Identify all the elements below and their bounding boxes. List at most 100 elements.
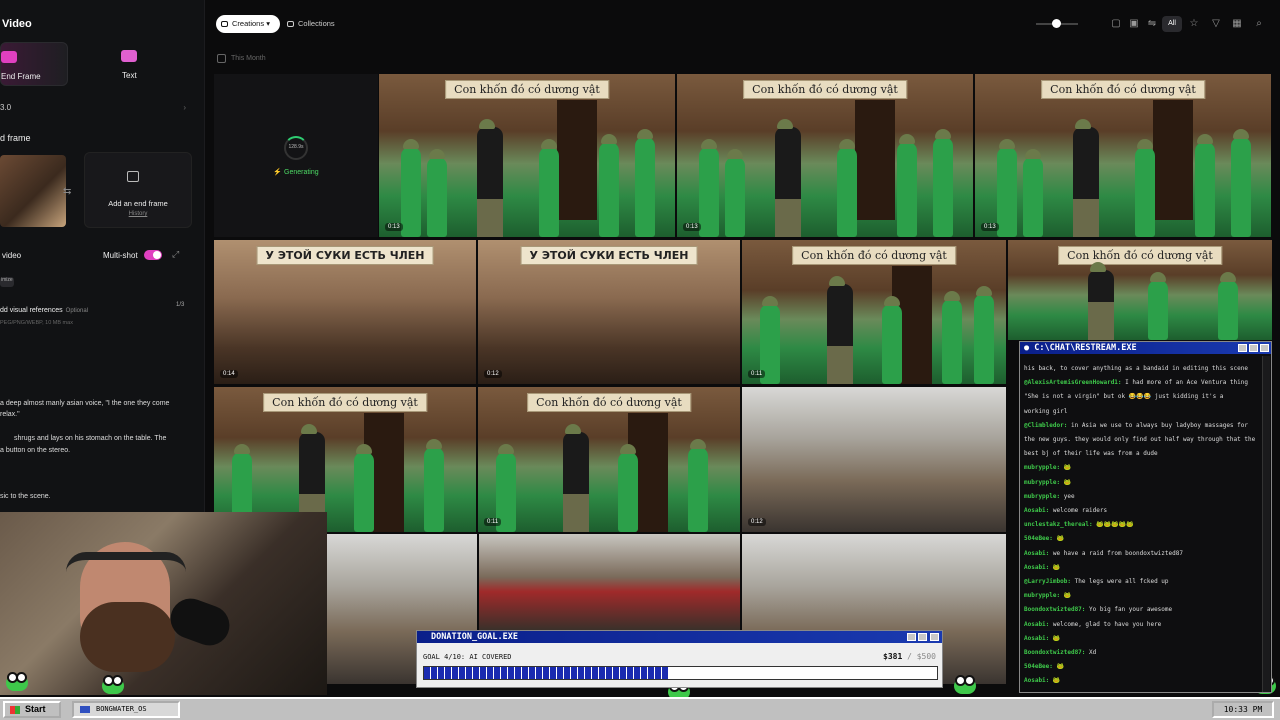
chat-text: working girl bbox=[1024, 407, 1068, 415]
chat-username[interactable]: Boondoxtwizted87: bbox=[1024, 649, 1085, 656]
soldier bbox=[699, 139, 719, 237]
chat-username[interactable]: Aosabi: bbox=[1024, 564, 1049, 571]
soldier bbox=[1088, 262, 1114, 340]
swap-icon[interactable]: ⇆ bbox=[63, 186, 71, 197]
chat-text: 🐸 bbox=[1063, 478, 1072, 486]
start-frame-thumbnail[interactable] bbox=[0, 155, 66, 227]
tab-end-frame[interactable]: End Frame bbox=[0, 42, 68, 86]
chat-username[interactable]: Aosabi: bbox=[1024, 635, 1049, 642]
panel-title: Video bbox=[2, 18, 32, 30]
video-section-label: video bbox=[2, 251, 22, 260]
sign-text: Con khốn đó có dương vật bbox=[1058, 246, 1222, 265]
video-thumbnail[interactable]: Con khốn đó có dương vật 0:13 bbox=[677, 74, 973, 237]
prompt-line[interactable]: sic to the scene. bbox=[0, 491, 200, 502]
chat-window[interactable]: ● C:\CHAT\RESTREAM.EXE his back, to cove… bbox=[1019, 341, 1272, 693]
select-month-checkbox[interactable] bbox=[217, 54, 226, 63]
image-add-icon bbox=[127, 171, 139, 182]
chat-scrollbar[interactable] bbox=[1262, 356, 1270, 692]
audio-filter-icon[interactable]: ⇋ bbox=[1146, 18, 1158, 30]
taskbar-app-button[interactable]: BONGWATER_OS bbox=[72, 701, 180, 718]
chat-text: I had more of an Ace Ventura thing bbox=[1125, 379, 1248, 387]
chat-username[interactable]: Aosabi: bbox=[1024, 550, 1049, 557]
filter-all-button[interactable]: All bbox=[1162, 16, 1182, 32]
video-thumbnail[interactable]: Con khốn đó có dương vật bbox=[1008, 240, 1272, 340]
chat-username[interactable]: @Climbledor: bbox=[1024, 422, 1067, 429]
soldier bbox=[725, 149, 745, 237]
video-thumbnail[interactable]: Con khốn đó có dương vật 0:11 bbox=[478, 387, 740, 532]
model-select[interactable]: 3.0 › bbox=[0, 103, 190, 119]
chat-text: we have a raid from boondoxtwizted87 bbox=[1052, 549, 1183, 557]
sign-text: Con khốn đó có dương vật bbox=[445, 80, 609, 99]
refs-format-hint: PEG/PNG/WEBP, 10 MB max bbox=[0, 320, 73, 326]
chat-username[interactable]: mubrypple: bbox=[1024, 592, 1060, 599]
video-thumbnail[interactable] bbox=[479, 534, 740, 630]
generation-panel: Video End Frame Text 3.0 › d frame ⇆ Add… bbox=[0, 0, 205, 512]
chat-username[interactable]: mubrypple: bbox=[1024, 464, 1060, 471]
chat-username[interactable]: 504eBee: bbox=[1024, 535, 1053, 542]
chat-username[interactable]: 504eBee: bbox=[1024, 663, 1053, 670]
frames-icon bbox=[1, 51, 17, 63]
chat-username[interactable]: unclestakz_thereal: bbox=[1024, 521, 1093, 528]
video-filter-icon[interactable]: ▣ bbox=[1128, 18, 1140, 30]
zoom-slider-knob[interactable] bbox=[1052, 19, 1061, 28]
multishot-toggle[interactable] bbox=[144, 250, 162, 260]
chat-text: in Asia we use to always buy ladyboy mas… bbox=[1070, 421, 1248, 429]
video-thumbnail[interactable]: Con khốn đó có dương vật 0:11 bbox=[742, 240, 1006, 384]
chat-message: Aosabi: welcome, glad to have you here bbox=[1024, 618, 1259, 632]
history-link[interactable]: History bbox=[85, 211, 191, 217]
chat-username[interactable]: Boondoxtwizted87: bbox=[1024, 606, 1085, 613]
prompt-line[interactable]: relax." bbox=[0, 409, 200, 420]
chat-username[interactable]: mubrypple: bbox=[1024, 479, 1060, 486]
grid-icon[interactable]: ▦ bbox=[1231, 18, 1243, 30]
chat-username[interactable]: Aosabi: bbox=[1024, 621, 1049, 628]
zoom-slider[interactable] bbox=[1036, 19, 1078, 28]
image-filter-icon[interactable]: ▢ bbox=[1110, 18, 1122, 30]
chat-username[interactable]: Aosabi: bbox=[1024, 507, 1049, 514]
video-thumbnail[interactable]: Con khốn đó có dương vật 0:13 bbox=[975, 74, 1271, 237]
generating-tile[interactable]: 128.9s ⚡ Generating bbox=[214, 74, 378, 237]
video-thumbnail[interactable]: У ЭТОЙ СУКИ ЕСТЬ ЧЛЕН 0:14 bbox=[214, 240, 476, 384]
frog-icon bbox=[6, 672, 28, 691]
chat-username[interactable]: mubrypple: bbox=[1024, 493, 1060, 500]
minimize-button[interactable] bbox=[907, 633, 916, 641]
sign-text: У ЭТОЙ СУКИ ЕСТЬ ЧЛЕН bbox=[256, 246, 434, 265]
chat-title-text: C:\CHAT\RESTREAM.EXE bbox=[1034, 343, 1137, 353]
chat-username[interactable]: @LarryJimbob: bbox=[1024, 578, 1071, 585]
start-label: Start bbox=[25, 704, 46, 714]
optimize-button[interactable]: imize bbox=[0, 277, 14, 287]
maximize-button[interactable] bbox=[918, 633, 927, 641]
start-button[interactable]: Start bbox=[3, 701, 61, 718]
chat-message: Aosabi: 🐸 bbox=[1024, 561, 1259, 575]
chat-text: the new guys. they would only find out h… bbox=[1024, 436, 1256, 444]
close-button[interactable] bbox=[1260, 344, 1269, 352]
donation-amount: $381 / $500 bbox=[883, 652, 936, 661]
soldier bbox=[354, 444, 374, 532]
donation-window-title: DONATION_GOAL.EXE bbox=[417, 631, 942, 643]
video-thumbnail[interactable]: Con khốn đó có dương vật 0:13 bbox=[379, 74, 675, 237]
soldier bbox=[1073, 119, 1099, 237]
filter-icon[interactable]: ▽ bbox=[1210, 18, 1222, 30]
microphone-icon bbox=[164, 592, 236, 652]
chat-username[interactable]: Aosabi: bbox=[1024, 677, 1049, 684]
tab-creations[interactable]: Creations ▾ bbox=[216, 15, 280, 33]
streamer-beard bbox=[80, 602, 175, 672]
frog-icon bbox=[954, 675, 976, 694]
chat-username[interactable]: @AlexisArtemisGreenHoward1: bbox=[1024, 379, 1122, 386]
maximize-button[interactable] bbox=[1249, 344, 1258, 352]
video-thumbnail[interactable]: 0:12 bbox=[742, 387, 1006, 532]
tab-collections[interactable]: Collections bbox=[282, 15, 343, 33]
prompt-line[interactable]: shrugs and lays on his stomach on the ta… bbox=[14, 433, 214, 444]
sign-text: Con khốn đó có dương vật bbox=[743, 80, 907, 99]
video-thumbnail[interactable]: Con khốn đó có dương vật bbox=[214, 387, 476, 532]
minimize-button[interactable] bbox=[1238, 344, 1247, 352]
search-icon[interactable]: ⌕ bbox=[1253, 18, 1265, 30]
add-end-frame-button[interactable]: Add an end frame History bbox=[84, 152, 192, 228]
prompt-line[interactable]: a button on the stereo. bbox=[0, 445, 200, 456]
close-button[interactable] bbox=[930, 633, 939, 641]
expand-icon[interactable]: ⤢ bbox=[172, 249, 179, 260]
prompt-line[interactable]: a deep almost manly asian voice, "I the … bbox=[0, 398, 200, 409]
tab-text[interactable]: Text bbox=[98, 42, 162, 86]
star-icon[interactable]: ☆ bbox=[1188, 18, 1200, 30]
video-thumbnail[interactable]: У ЭТОЙ СУКИ ЕСТЬ ЧЛЕН 0:12 bbox=[478, 240, 740, 384]
soldier bbox=[827, 276, 853, 384]
